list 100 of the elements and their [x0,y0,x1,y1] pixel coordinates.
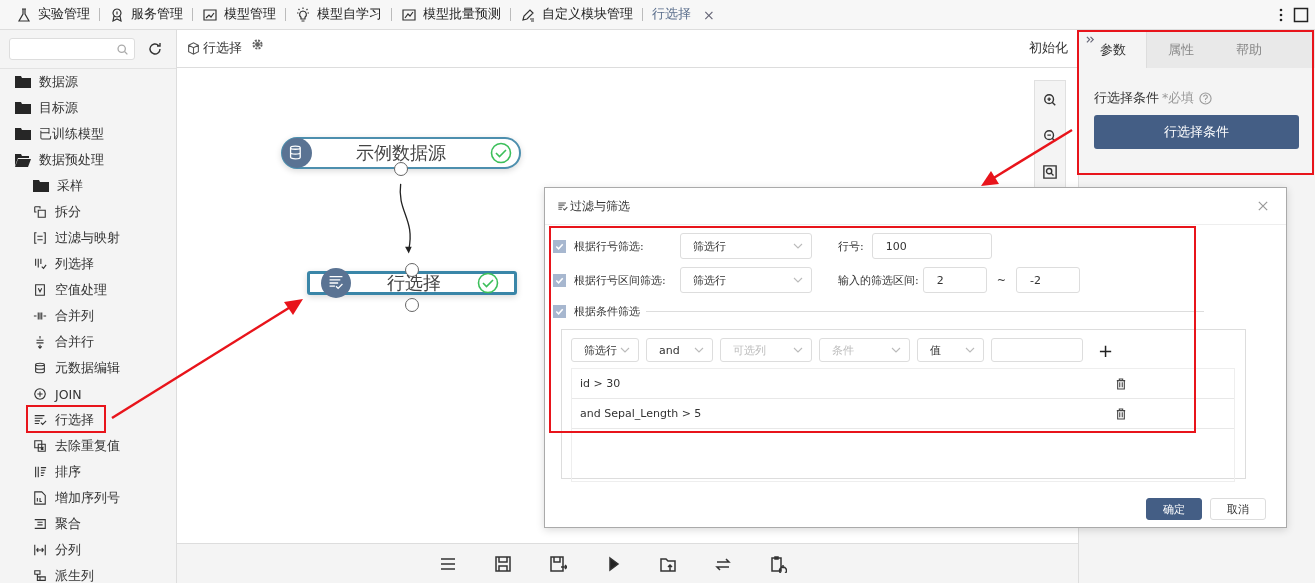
top-tab[interactable]: 行选择 [652,6,691,23]
input-field[interactable]: -2 [1015,267,1080,293]
lightbulb-icon [295,6,311,23]
input-field[interactable]: 100 [871,233,992,259]
module-item[interactable]: 列选择 [0,251,176,277]
module-item[interactable]: 行选择 [0,407,176,433]
trash-icon[interactable] [1116,407,1126,420]
tree-item[interactable]: 目标源 [0,95,176,121]
caret-icon [793,347,803,353]
cube-icon [187,42,200,55]
output-port[interactable] [405,298,419,312]
chart-icon [202,6,218,23]
split-icon [33,205,47,219]
refresh-icon[interactable] [147,41,163,57]
output-port[interactable] [394,162,408,176]
checkbox[interactable] [553,239,566,253]
module-item[interactable]: 合并列 [0,303,176,329]
flow-node[interactable]: 示例数据源 [281,137,521,169]
search-icon [116,42,129,56]
field-label: 行选择条件 [1094,90,1159,107]
caret-icon [620,347,630,353]
document-icon [33,491,47,505]
select-field[interactable]: 筛选行 [571,338,639,362]
top-tab[interactable]: 服务管理 [109,6,183,23]
save-as-icon[interactable] [548,554,567,573]
module-item[interactable]: 分列 [0,537,176,563]
search-field[interactable] [9,38,135,60]
confirm-button[interactable]: 确定 [1146,498,1202,520]
input-field[interactable] [991,338,1083,362]
panel-tab[interactable]: 参数 [1079,30,1147,68]
module-item[interactable]: 聚合 [0,511,176,537]
fit-view-icon[interactable] [1043,165,1057,179]
add-button[interactable]: + [1090,339,1114,361]
top-tab[interactable]: 模型管理 [202,6,276,23]
settings-icon[interactable] [251,38,264,51]
caret-icon [694,347,704,353]
select-field[interactable]: 筛选行 [680,233,812,259]
tree-item[interactable]: 已训练模型 [0,121,176,147]
list-check-icon [33,413,47,427]
filter-label: 根据行号筛选: [574,238,645,254]
columns-check-icon [33,257,47,271]
module-item[interactable]: 空值处理 [0,277,176,303]
top-tab[interactable]: 模型自学习 [295,6,382,23]
close-button[interactable]: × [703,6,715,23]
window-icon[interactable] [1293,6,1309,23]
badge-icon [109,6,125,23]
canvas-title: 行选择 [203,40,242,57]
checkbox[interactable] [553,273,566,287]
database-icon [33,361,47,375]
trash-icon[interactable] [1116,377,1126,390]
module-item[interactable]: JOIN [0,381,176,407]
top-tab[interactable]: 模型批量预测 [401,6,501,23]
caret-icon [965,347,975,353]
top-tab[interactable]: 实验管理 [16,6,90,23]
reset-button[interactable]: 初始化 [1029,40,1068,57]
collapse-icon[interactable] [1086,36,1095,45]
select-field[interactable]: 值 [917,338,984,362]
list-check-icon [557,200,568,212]
module-item[interactable]: 去除重复值 [0,433,176,459]
caret-icon [891,347,901,353]
sort-icon [33,465,47,479]
required-note: *必填 [1162,90,1195,107]
input-field[interactable]: 2 [922,267,987,293]
copy-icon [33,439,47,453]
range-separator: ~ [996,273,1006,287]
module-item[interactable]: 过滤与映射 [0,225,176,251]
condition-text: and Sepal_Length > 5 [580,407,702,420]
schedule-icon[interactable] [768,554,787,573]
select-field[interactable]: 筛选行 [680,267,812,293]
module-item[interactable]: 派生列 [0,563,176,583]
cancel-button[interactable]: 取消 [1210,498,1266,520]
save-icon[interactable] [493,554,512,573]
chart-icon [401,6,417,23]
section-label: 根据条件筛选 [574,303,640,319]
zoom-in-icon[interactable] [1043,93,1057,107]
condition-button[interactable]: 行选择条件 [1094,115,1299,149]
flask-icon [16,6,32,23]
module-item[interactable]: 排序 [0,459,176,485]
database-icon [282,138,312,168]
zoom-out-icon[interactable] [1043,129,1057,143]
tree-item[interactable]: 数据源 [0,69,176,95]
more-icon[interactable] [1279,6,1283,23]
flow-node[interactable]: 行选择 [307,271,517,295]
caret-icon [793,277,803,283]
module-item[interactable]: 合并行 [0,329,176,355]
module-item[interactable]: 增加序列号 [0,485,176,511]
select-field[interactable]: and [646,338,713,362]
tree-item[interactable]: 数据预处理 [0,147,176,173]
close-icon[interactable] [1258,201,1268,211]
stack-icon [33,517,47,531]
module-item[interactable]: 拆分 [0,199,176,225]
dialog-title: 过滤与筛选 [570,197,631,215]
bracket-icon [33,231,47,245]
field-label: 行号: [838,238,864,254]
module-item[interactable]: 元数据编辑 [0,355,176,381]
list-check-icon [321,268,351,298]
top-tab[interactable]: 自定义模块管理 [520,6,633,23]
module-item[interactable]: 采样 [0,173,176,199]
condition-text: id > 30 [580,377,621,390]
checkbox[interactable] [553,304,566,318]
